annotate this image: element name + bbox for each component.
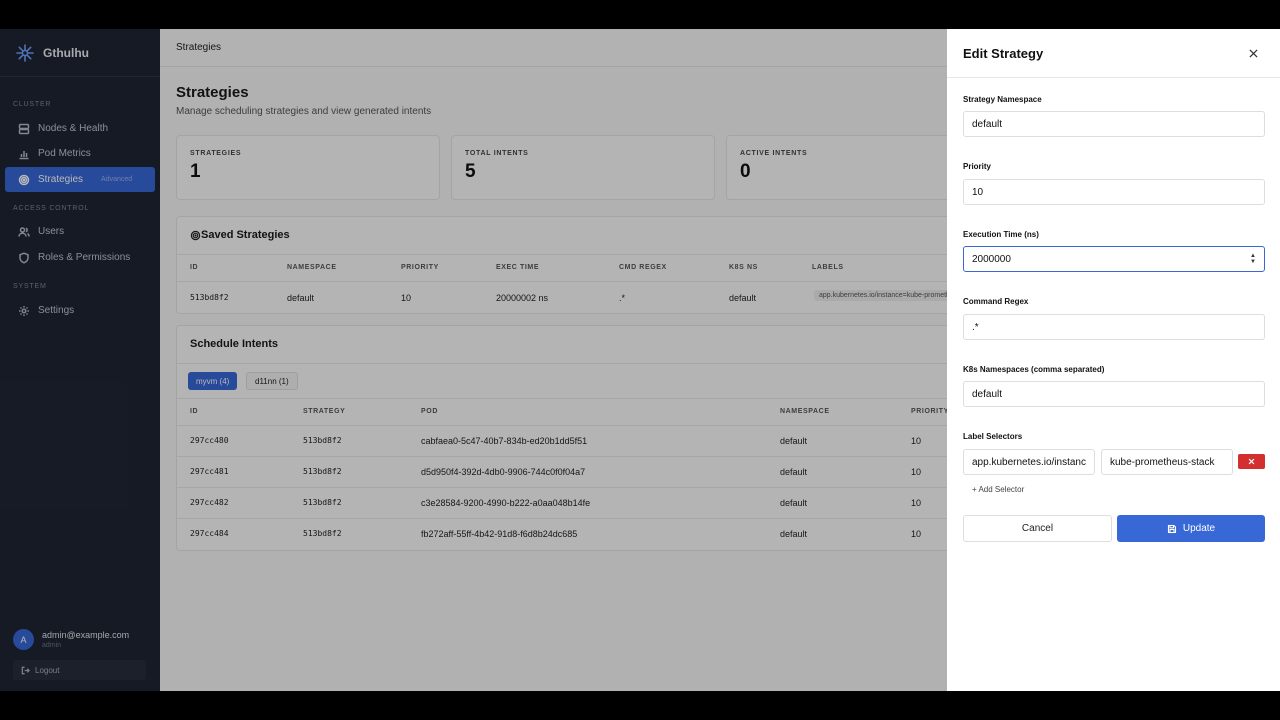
- priority-input[interactable]: 10: [963, 179, 1265, 205]
- close-icon: [1248, 48, 1258, 58]
- exec-time-value: 2000000: [972, 253, 1011, 265]
- remove-selector-button[interactable]: [1238, 454, 1265, 469]
- close-icon: [1248, 458, 1255, 465]
- edit-strategy-drawer: Edit Strategy Strategy Namespace default…: [947, 29, 1280, 691]
- k8s-ns-label: K8s Namespaces (comma separated): [963, 365, 1105, 374]
- close-button[interactable]: [1246, 46, 1260, 60]
- cmd-regex-label: Command Regex: [963, 297, 1029, 306]
- number-stepper[interactable]: ▲ ▼: [1250, 253, 1256, 265]
- exec-time-input[interactable]: 2000000 ▲ ▼: [963, 246, 1265, 272]
- namespace-input[interactable]: default: [963, 111, 1265, 137]
- drawer-title: Edit Strategy: [947, 29, 1280, 78]
- modal-backdrop[interactable]: [0, 29, 947, 691]
- selector-value-input[interactable]: kube-prometheus-stack: [1101, 449, 1233, 475]
- update-button[interactable]: Update: [1117, 515, 1265, 542]
- namespace-label: Strategy Namespace: [963, 95, 1042, 104]
- update-label: Update: [1182, 523, 1216, 534]
- k8s-ns-input[interactable]: default: [963, 381, 1265, 407]
- save-icon: [1167, 524, 1176, 533]
- cancel-button[interactable]: Cancel: [963, 515, 1112, 542]
- add-selector-button[interactable]: + Add Selector: [972, 485, 1024, 494]
- selector-key-input[interactable]: app.kubernetes.io/instanc: [963, 449, 1095, 475]
- priority-label: Priority: [963, 162, 992, 171]
- exec-time-label: Execution Time (ns): [963, 230, 1039, 239]
- label-selectors-label: Label Selectors: [963, 432, 1023, 441]
- cmd-regex-input[interactable]: .*: [963, 314, 1265, 340]
